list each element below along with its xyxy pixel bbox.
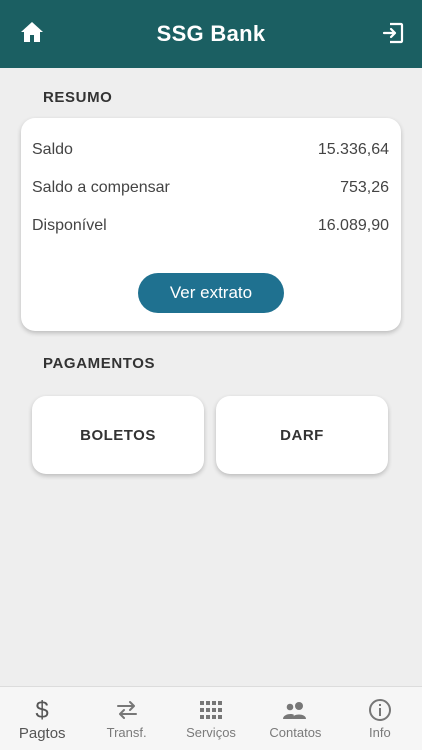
nav-item-contatos[interactable]: Contatos — [253, 687, 337, 750]
nav-label-servicos: Serviços — [186, 725, 236, 740]
nav-label-contatos: Contatos — [269, 725, 322, 740]
bottom-nav: $ Pagtos Transf. Serviços Contatos Info — [0, 686, 422, 750]
nav-item-info[interactable]: Info — [338, 687, 422, 750]
home-button[interactable] — [18, 18, 46, 46]
grid-icon — [200, 701, 223, 719]
pagamentos-section-title: PAGAMENTOS — [43, 355, 156, 372]
boletos-button[interactable]: BOLETOS — [32, 396, 204, 474]
view-statement-button[interactable]: Ver extrato — [138, 273, 284, 313]
pending-balance-value: 753,26 — [340, 179, 389, 196]
nav-item-pagtos[interactable]: $ Pagtos — [0, 687, 84, 750]
transfer-icon — [116, 701, 137, 719]
darf-button[interactable]: DARF — [216, 396, 388, 474]
logout-button[interactable] — [378, 18, 408, 48]
nav-item-transf[interactable]: Transf. — [84, 687, 168, 750]
exit-icon — [382, 22, 404, 44]
home-icon — [21, 22, 43, 42]
resumo-section-title: RESUMO — [43, 89, 113, 106]
resumo-card: Saldo 15.336,64 Saldo a compensar 753,26… — [21, 118, 401, 331]
available-row: Disponível 16.089,90 — [32, 217, 389, 235]
info-icon — [368, 699, 391, 721]
nav-label-pagtos: Pagtos — [18, 725, 66, 742]
balance-label: Saldo — [32, 141, 73, 158]
dollar-icon: $ — [36, 697, 49, 723]
contacts-icon — [283, 702, 307, 719]
nav-label-info: Info — [368, 725, 391, 740]
available-label: Disponível — [32, 217, 107, 234]
nav-item-servicos[interactable]: Serviços — [169, 687, 253, 750]
available-value: 16.089,90 — [317, 217, 389, 234]
app-title: SSG Bank — [156, 21, 266, 46]
balance-row: Saldo 15.336,64 — [32, 141, 389, 159]
nav-label-transf: Transf. — [106, 725, 147, 740]
pending-balance-label: Saldo a compensar — [32, 179, 170, 196]
pending-balance-row: Saldo a compensar 753,26 — [32, 179, 389, 197]
app-bar: SSG Bank — [0, 0, 422, 68]
balance-value: 15.336,64 — [317, 141, 389, 158]
svg-text:$: $ — [36, 697, 49, 723]
